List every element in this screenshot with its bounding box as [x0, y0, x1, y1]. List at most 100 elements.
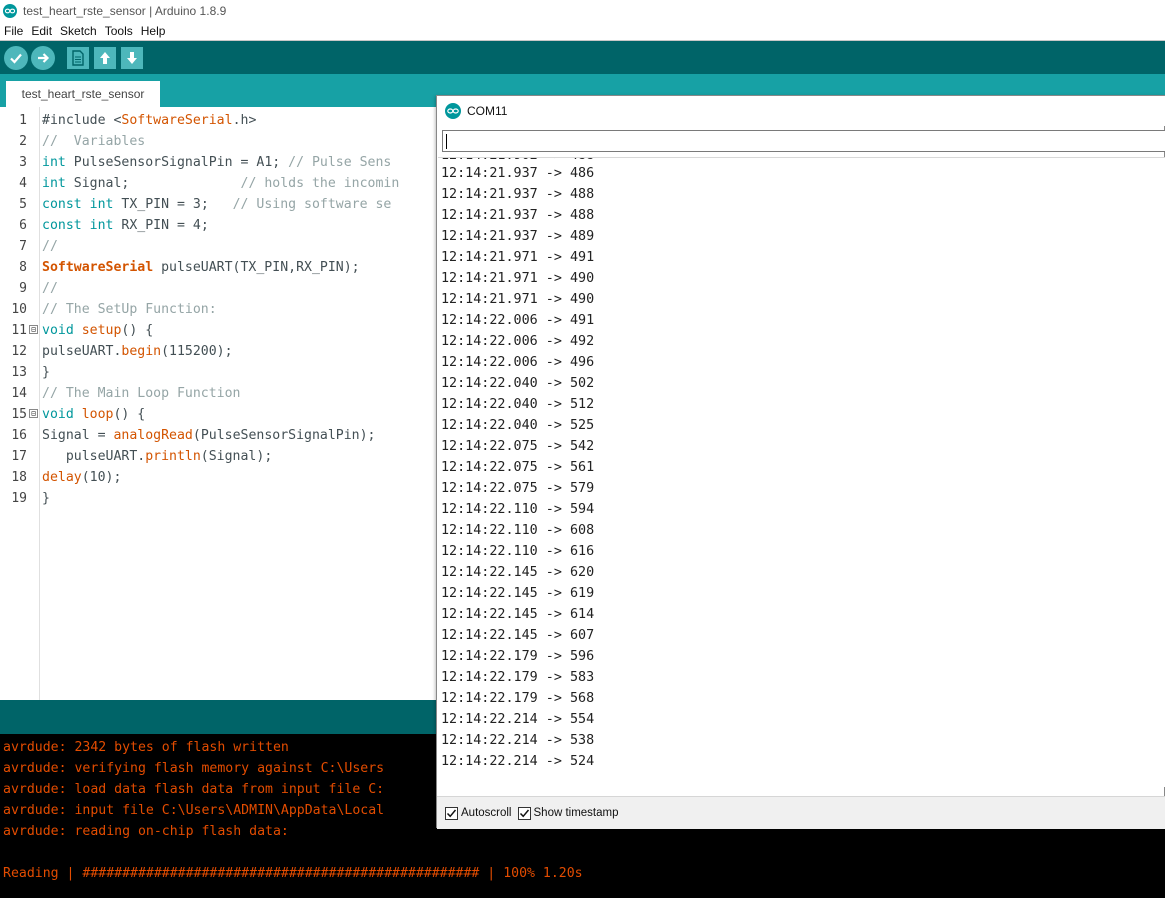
menu-help[interactable]: Help — [137, 24, 170, 38]
checkbox-box[interactable] — [445, 806, 458, 820]
code-line: // The Main Loop Function — [42, 386, 241, 401]
tab-test-heart-rste-sensor[interactable]: test_heart_rste_sensor — [6, 81, 160, 107]
serial-output-line: 12:14:22.214 -> 524 — [441, 754, 595, 769]
serial-output-line: 12:14:22.179 -> 568 — [441, 691, 595, 706]
menu-bar: File Edit Sketch Tools Help — [0, 21, 1165, 41]
code-line: pulseUART.begin(115200); — [42, 344, 233, 359]
code-editor[interactable]: 1 2 3 4 5 6 7 8 9 10 11 12 13 14 15 16 1… — [0, 107, 437, 700]
line-number: 12 — [11, 344, 27, 359]
code-line: int PulseSensorSignalPin = A1; // Pulse … — [42, 155, 392, 170]
serial-output-line: 12:14:22.075 -> 542 — [441, 439, 595, 454]
line-number: 15 — [11, 407, 27, 422]
verify-icon — [10, 53, 22, 64]
console-line: avrdude: load data flash data from input… — [3, 782, 385, 797]
fold-toggle-icon[interactable]: ⊟ — [29, 409, 38, 418]
serial-send-input[interactable] — [442, 130, 1165, 152]
code-line: const int TX_PIN = 3; // Using software … — [42, 197, 392, 212]
menu-file[interactable]: File — [0, 24, 27, 38]
serial-output-line: 12:14:22.075 -> 561 — [441, 460, 595, 475]
code-line: const int RX_PIN = 4; — [42, 218, 209, 233]
line-number: 19 — [11, 491, 27, 506]
show-timestamp-label: Show timestamp — [533, 807, 619, 819]
save-icon — [127, 51, 137, 64]
serial-output-line: 12:14:22.145 -> 614 — [441, 607, 595, 622]
line-number-gutter: 1 2 3 4 5 6 7 8 9 10 11 12 13 14 15 16 1… — [0, 107, 40, 700]
console-line: avrdude: input file C:\Users\ADMIN\AppDa… — [3, 803, 385, 818]
title-bar: test_heart_rste_sensor | Arduino 1.8.9 — [0, 0, 1165, 21]
line-number: 5 — [19, 197, 27, 212]
serial-output-line: 12:14:22.040 -> 525 — [441, 418, 595, 433]
serial-output-line: 12:14:22.006 -> 496 — [441, 355, 595, 370]
autoscroll-checkbox[interactable]: Autoscroll — [445, 806, 512, 820]
code-line: } — [42, 365, 50, 380]
line-number: 17 — [11, 449, 27, 464]
code-line: // Variables — [42, 134, 146, 149]
console-line: avrdude: reading on-chip flash data: — [3, 824, 289, 839]
code-line: void loop() { — [42, 407, 146, 422]
line-number: 8 — [19, 260, 27, 275]
open-icon — [100, 51, 110, 64]
console-line: avrdude: verifying flash memory against … — [3, 761, 385, 776]
serial-output-area[interactable]: 12:14:21.902 -> 488 12:14:21.937 -> 486 … — [438, 157, 1165, 787]
line-number: 16 — [11, 428, 27, 443]
arduino-logo-icon — [445, 103, 461, 119]
upload-button[interactable] — [31, 45, 55, 70]
console-line: avrdude: 2342 bytes of flash written — [3, 740, 289, 755]
save-sketch-button[interactable] — [121, 46, 143, 69]
menu-tools[interactable]: Tools — [101, 24, 137, 38]
serial-monitor-window: COM11 12:14:21.902 -> 488 12:14:21.937 -… — [436, 95, 1165, 829]
menu-edit[interactable]: Edit — [27, 24, 56, 38]
line-number: 13 — [11, 365, 27, 380]
serial-output-line: 12:14:21.937 -> 486 — [441, 166, 595, 181]
line-number: 10 — [11, 302, 27, 317]
text-caret — [446, 134, 447, 149]
serial-output-line: 12:14:22.075 -> 579 — [441, 481, 595, 496]
serial-output-line: 12:14:21.937 -> 488 — [441, 208, 595, 223]
line-number: 2 — [19, 134, 27, 149]
serial-output-line: 12:14:21.971 -> 491 — [441, 250, 595, 265]
serial-output-line: 12:14:22.214 -> 538 — [441, 733, 595, 748]
line-number: 9 — [19, 281, 27, 296]
checkbox-box[interactable] — [517, 806, 531, 820]
upload-icon — [38, 52, 50, 63]
checkmark-icon — [446, 809, 457, 817]
serial-output-line: 12:14:21.937 -> 489 — [441, 229, 595, 244]
line-number: 1 — [19, 113, 27, 128]
arduino-logo-icon — [3, 3, 17, 18]
serial-output-line: 12:14:21.937 -> 488 — [441, 187, 595, 202]
new-sketch-button[interactable] — [67, 46, 89, 69]
code-line: // — [42, 281, 58, 296]
new-icon — [72, 49, 84, 66]
serial-output-line: 12:14:22.179 -> 583 — [441, 670, 595, 685]
serial-output-line: 12:14:22.110 -> 608 — [441, 523, 595, 538]
show-timestamp-checkbox[interactable]: Show timestamp — [517, 806, 619, 820]
arduino-ide-window: test_heart_rste_sensor | Arduino 1.8.9 F… — [0, 0, 1165, 898]
code-line: SoftwareSerial pulseUART(TX_PIN,RX_PIN); — [42, 260, 360, 275]
code-line: #include <SoftwareSerial.h> — [42, 113, 257, 128]
code-line: } — [42, 491, 50, 506]
line-number: 18 — [11, 470, 27, 485]
toolbar — [0, 41, 1165, 74]
open-sketch-button[interactable] — [94, 46, 116, 69]
serial-output-line: 12:14:22.040 -> 512 — [441, 397, 595, 412]
code-line: Signal = analogRead(PulseSensorSignalPin… — [42, 428, 376, 443]
line-number: 14 — [11, 386, 27, 401]
serial-output-line: 12:14:22.214 -> 554 — [441, 712, 595, 727]
serial-output-line: 12:14:21.971 -> 490 — [441, 292, 595, 307]
verify-button[interactable] — [4, 45, 28, 70]
line-number: 6 — [19, 218, 27, 233]
serial-monitor-title: COM11 — [467, 104, 508, 118]
menu-sketch[interactable]: Sketch — [56, 24, 101, 38]
line-number: 11 — [11, 323, 27, 338]
code-line: // — [42, 239, 58, 254]
serial-monitor-title-bar[interactable]: COM11 — [437, 96, 1165, 126]
console-line: Reading | ##############################… — [3, 866, 583, 881]
serial-output-line: 12:14:22.145 -> 619 — [441, 586, 595, 601]
fold-toggle-icon[interactable]: ⊟ — [29, 325, 38, 334]
line-number: 7 — [19, 239, 27, 254]
autoscroll-label: Autoscroll — [461, 807, 512, 819]
code-line: // The SetUp Function: — [42, 302, 217, 317]
serial-output-line: 12:14:22.040 -> 502 — [441, 376, 595, 391]
checkmark-icon — [519, 809, 529, 817]
code-line: void setup() { — [42, 323, 154, 338]
